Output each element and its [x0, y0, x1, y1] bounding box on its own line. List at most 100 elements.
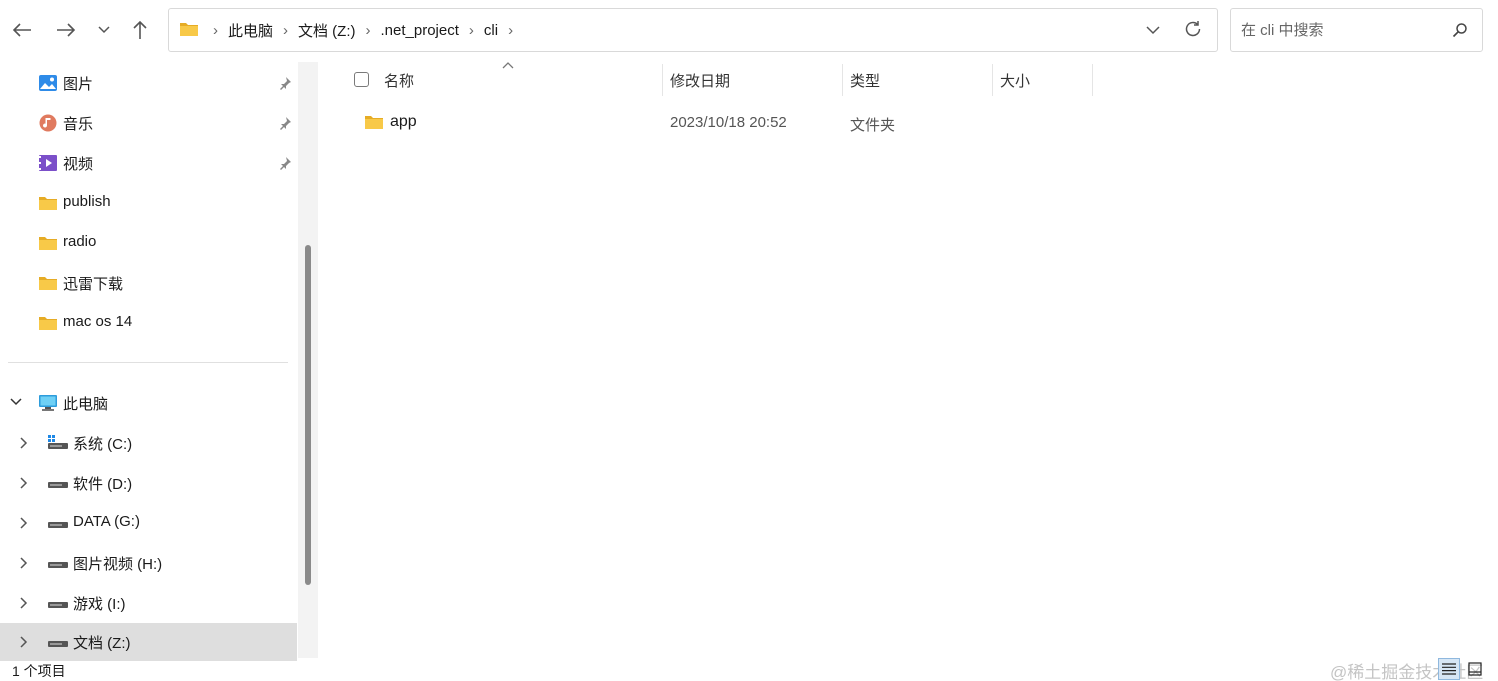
search-icon[interactable] — [1452, 22, 1468, 38]
file-explorer-window: › 此电脑 › 文档 (Z:) › .net_project › cli › 在… — [0, 0, 1498, 681]
sidebar-item-drive-g[interactable]: DATA (G:) — [0, 504, 297, 542]
sidebar-item-drive-d[interactable]: 软件 (D:) — [0, 464, 297, 502]
folder-icon — [39, 237, 57, 250]
chevron-right-icon[interactable]: › — [277, 22, 294, 39]
list-icon — [1442, 663, 1456, 675]
folder-icon — [365, 116, 383, 129]
chevron-down-icon — [98, 26, 110, 34]
sidebar-item-label: 视频 — [63, 156, 94, 173]
sidebar-item-label: 系统 (C:) — [73, 436, 133, 453]
table-row[interactable]: app 2023/10/18 20:52 文件夹 — [354, 104, 1094, 140]
sidebar-item-label: 此电脑 — [63, 396, 109, 413]
sidebar-item-drive-h[interactable]: 图片视频 (H:) — [0, 544, 297, 582]
details-view-button[interactable] — [1438, 658, 1460, 680]
sidebar-item-drive-i[interactable]: 游戏 (I:) — [0, 584, 297, 622]
breadcrumb-cli[interactable]: cli — [480, 22, 502, 39]
folder-icon — [39, 277, 57, 290]
chevron-right-icon[interactable]: › — [360, 22, 377, 39]
chevron-down-icon[interactable] — [1145, 20, 1161, 40]
sidebar-item-label: 迅雷下载 — [63, 276, 124, 293]
sidebar-item-publish[interactable]: publish — [0, 184, 297, 222]
sidebar-item-this-pc[interactable]: 此电脑 — [0, 384, 297, 422]
sidebar-item-label: 音乐 — [63, 116, 94, 133]
sidebar-item-radio[interactable]: radio — [0, 224, 297, 262]
drive-icon — [48, 482, 68, 488]
search-input[interactable] — [1231, 9, 1431, 51]
pictures-icon — [39, 75, 57, 91]
breadcrumb-net-project[interactable]: .net_project — [377, 22, 463, 39]
column-header-type[interactable]: 类型 — [850, 62, 880, 98]
drive-icon — [48, 562, 68, 568]
sidebar-item-label: radio — [63, 233, 97, 250]
sidebar-item-label: 文档 (Z:) — [73, 635, 131, 652]
sidebar-item-label: 游戏 (I:) — [73, 596, 126, 613]
chevron-right-icon[interactable] — [20, 636, 28, 648]
chevron-right-icon[interactable] — [20, 477, 28, 489]
pin-icon[interactable] — [278, 156, 292, 170]
back-button[interactable] — [4, 10, 40, 50]
status-bar: 1 个项目 @稀土掘金技术社区 — [0, 658, 1498, 681]
chevron-right-icon[interactable]: › — [463, 22, 480, 39]
sidebar-item-label: 软件 (D:) — [73, 476, 133, 493]
arrow-left-icon — [12, 23, 31, 37]
sidebar-item-label: 图片视频 (H:) — [73, 556, 163, 573]
address-bar[interactable]: › 此电脑 › 文档 (Z:) › .net_project › cli › — [168, 8, 1218, 52]
pin-icon[interactable] — [278, 116, 292, 130]
chevron-down-icon[interactable] — [10, 398, 22, 406]
sidebar-item-xunlei-downloads[interactable]: 迅雷下载 — [0, 264, 297, 302]
arrow-up-icon — [133, 20, 147, 39]
file-list: 名称 修改日期 类型 大小 app 2023/10/18 20:52 文件夹 — [318, 62, 1498, 658]
folder-icon — [39, 317, 57, 330]
select-all-checkbox[interactable] — [354, 72, 369, 87]
chevron-right-icon[interactable] — [20, 557, 28, 569]
chevron-right-icon[interactable] — [20, 437, 28, 449]
chevron-right-icon[interactable]: › — [207, 22, 224, 39]
sidebar-scrollbar-thumb[interactable] — [305, 245, 311, 585]
watermark: @稀土掘金技术社区 — [1330, 663, 1484, 681]
file-type: 文件夹 — [850, 117, 896, 134]
chevron-right-icon[interactable] — [20, 517, 28, 529]
column-divider[interactable] — [662, 64, 663, 96]
breadcrumb-drive-z[interactable]: 文档 (Z:) — [294, 20, 360, 41]
navigation-pane: 图片 音乐 视频 publish radio 迅雷下载 mac os 14 此电… — [0, 62, 318, 661]
column-divider[interactable] — [992, 64, 993, 96]
sidebar-item-label: DATA (G:) — [73, 513, 140, 530]
sidebar-item-mac-os-14[interactable]: mac os 14 — [0, 304, 297, 342]
sidebar-item-drive-z[interactable]: 文档 (Z:) — [0, 623, 297, 661]
file-name[interactable]: app — [390, 113, 417, 131]
arrow-right-icon — [57, 23, 76, 37]
folder-icon — [39, 197, 57, 210]
drive-icon — [48, 641, 68, 647]
file-modified: 2023/10/18 20:52 — [670, 114, 787, 131]
drive-icon — [48, 602, 68, 608]
videos-icon — [39, 155, 57, 171]
chevron-right-icon[interactable]: › — [502, 22, 519, 39]
sidebar-item-drive-c[interactable]: 系统 (C:) — [0, 424, 297, 462]
breadcrumb: › 此电脑 › 文档 (Z:) › .net_project › cli › — [207, 9, 519, 51]
breadcrumb-this-pc[interactable]: 此电脑 — [224, 20, 277, 41]
sidebar-item-pictures[interactable]: 图片 — [0, 64, 297, 102]
grid-icon — [1468, 662, 1482, 676]
sidebar-item-music[interactable]: 音乐 — [0, 104, 297, 142]
column-header-modified[interactable]: 修改日期 — [670, 62, 730, 98]
chevron-right-icon[interactable] — [20, 597, 28, 609]
pin-icon[interactable] — [278, 76, 292, 90]
search-box[interactable] — [1230, 8, 1483, 52]
column-header-size[interactable]: 大小 — [1000, 62, 1030, 98]
column-divider[interactable] — [842, 64, 843, 96]
sidebar-item-label: publish — [63, 193, 111, 210]
large-icons-view-button[interactable] — [1464, 658, 1486, 680]
sidebar-divider — [8, 362, 288, 363]
computer-icon — [39, 395, 57, 411]
forward-button[interactable] — [48, 10, 84, 50]
column-divider[interactable] — [1092, 64, 1093, 96]
recent-locations-button[interactable] — [86, 10, 122, 50]
system-drive-icon — [48, 435, 68, 449]
sidebar-item-videos[interactable]: 视频 — [0, 144, 297, 182]
column-header-name[interactable]: 名称 — [384, 62, 414, 98]
toolbar: › 此电脑 › 文档 (Z:) › .net_project › cli › — [0, 0, 1498, 60]
up-button[interactable] — [122, 10, 158, 50]
refresh-icon[interactable] — [1183, 19, 1203, 39]
sidebar-item-label: mac os 14 — [63, 313, 133, 330]
sidebar-item-label: 图片 — [63, 76, 94, 93]
